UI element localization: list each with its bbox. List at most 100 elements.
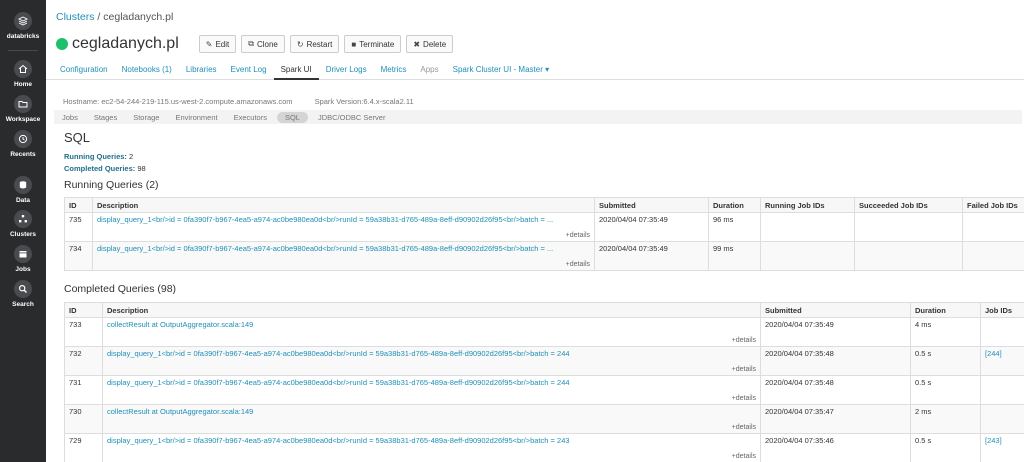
cell-id: 730 [64,404,103,434]
refresh-icon: ↻ [296,39,304,49]
query-description-link[interactable]: collectResult at OutputAggregator.scala:… [107,407,756,416]
details-toggle[interactable]: +details [566,232,590,239]
sidebar-item-label: Recents [10,151,36,158]
spark-nav-executors[interactable]: Executors [226,113,275,122]
table-row: 730 collectResult at OutputAggregator.sc… [64,404,1024,434]
cluster-icon [14,210,32,228]
tab-libraries[interactable]: Libraries [179,60,224,80]
column-header-job-ids[interactable]: Job IDs [980,302,1024,318]
completed-summary-label[interactable]: Completed Queries: [64,164,135,173]
details-toggle[interactable]: +details [732,453,756,460]
column-header-running-job-ids[interactable]: Running Job IDs [760,197,855,213]
sidebar-item-label: Search [12,301,34,308]
cell-id: 733 [64,317,103,347]
tab-configuration[interactable]: Configuration [46,60,115,80]
column-header-duration[interactable]: Duration [708,197,761,213]
cell-id: 732 [64,346,103,376]
stop-icon: ■ [351,39,357,49]
tab-spark-ui[interactable]: Spark UI [273,60,319,80]
hostname-text: Hostname: ec2-54-244-219-115.us-west-2.c… [63,97,293,106]
cell-succeeded-job-ids [854,212,963,242]
query-description-link[interactable]: display_query_1<br/>id = 0fa390f7-b967-4… [97,244,590,253]
completed-queries-table: ID Description Submitted Duration Job ID… [64,302,1024,462]
cell-running-job-ids [760,212,855,242]
sidebar-divider [8,50,38,51]
spark-nav-stages[interactable]: Stages [86,113,125,122]
cluster-header: cegladanych.pl ✎ Edit ⧉ Clone ↻ Restart ■ Te… [56,35,458,53]
table-row: 729 display_query_1<br/>id = 0fa390f7-b9… [64,433,1024,462]
sidebar-item-jobs[interactable]: Jobs [0,245,46,273]
table-row: 731 display_query_1<br/>id = 0fa390f7-b9… [64,375,1024,405]
query-description-link[interactable]: collectResult at OutputAggregator.scala:… [107,320,756,329]
column-header-submitted[interactable]: Submitted [760,302,911,318]
sidebar-item-recents[interactable]: Recents [0,130,46,158]
breadcrumb-separator: / [94,11,104,23]
running-summary: Running Queries: 2 [64,152,133,161]
job-id-link[interactable]: [243] [985,436,1002,445]
cell-duration: 2 ms [910,404,981,434]
tab-spark-cluster-master-label: Spark Cluster UI - Master [452,65,543,74]
spark-nav-environment[interactable]: Environment [167,113,225,122]
query-description-link[interactable]: display_query_1<br/>id = 0fa390f7-b967-4… [107,378,756,387]
database-icon [14,176,32,194]
tab-event-log[interactable]: Event Log [224,60,274,80]
cell-submitted: 2020/04/04 07:35:49 [760,317,911,347]
column-header-succeeded-job-ids[interactable]: Succeeded Job IDs [854,197,963,213]
cell-description: display_query_1<br/>id = 0fa390f7-b967-4… [102,346,761,376]
completed-queries-title: Completed Queries (98) [64,283,177,295]
column-header-description[interactable]: Description [92,197,595,213]
delete-button[interactable]: ✖ Delete [406,35,454,53]
column-header-duration[interactable]: Duration [910,302,981,318]
column-header-submitted[interactable]: Submitted [594,197,709,213]
column-header-id[interactable]: ID [64,302,103,318]
job-id-link[interactable]: [244] [985,349,1002,358]
sidebar-item-home[interactable]: Home [0,60,46,88]
running-summary-label[interactable]: Running Queries: [64,152,127,161]
column-header-failed-job-ids[interactable]: Failed Job IDs [962,197,1024,213]
tab-notebooks[interactable]: Notebooks (1) [115,60,179,80]
sidebar-item-databricks[interactable]: databricks [0,12,46,40]
completed-summary: Completed Queries: 98 [64,164,146,173]
cell-submitted: 2020/04/04 07:35:49 [594,212,709,242]
column-header-id[interactable]: ID [64,197,93,213]
sidebar-item-clusters[interactable]: Clusters [0,210,46,238]
spark-nav-jdbc[interactable]: JDBC/ODBC Server [310,113,394,122]
breadcrumb-clusters-link[interactable]: Clusters [56,11,95,23]
sidebar-item-label: Home [13,81,33,88]
edit-button[interactable]: ✎ Edit [198,35,237,53]
clone-button[interactable]: ⧉ Clone [241,35,285,53]
spark-nav-storage[interactable]: Storage [125,113,167,122]
query-description-link[interactable]: display_query_1<br/>id = 0fa390f7-b967-4… [107,349,756,358]
details-toggle[interactable]: +details [732,395,756,402]
cell-description: display_query_1<br/>id = 0fa390f7-b967-4… [102,375,761,405]
details-toggle[interactable]: +details [732,366,756,373]
table-header-row: ID Description Submitted Duration Job ID… [64,302,1024,318]
tab-metrics[interactable]: Metrics [374,60,414,80]
running-queries-table: ID Description Submitted Duration Runnin… [64,197,1024,271]
spark-nav-sql[interactable]: SQL [276,111,308,123]
terminate-button[interactable]: ■ Terminate [344,35,402,53]
details-toggle[interactable]: +details [732,337,756,344]
restart-button[interactable]: ↻ Restart [289,35,340,53]
cell-job-ids: [243] [980,433,1024,462]
tab-spark-cluster-master[interactable]: Spark Cluster UI - Master ▾ [446,60,557,80]
breadcrumb-current: cegladanych.pl [103,11,174,23]
tab-driver-logs[interactable]: Driver Logs [319,60,374,80]
query-description-link[interactable]: display_query_1<br/>id = 0fa390f7-b967-4… [107,436,756,445]
cell-description: display_query_1<br/>id = 0fa390f7-b967-4… [102,433,761,462]
cell-duration: 0.5 s [910,433,981,462]
sidebar-item-label: Clusters [9,231,36,238]
cell-description: collectResult at OutputAggregator.scala:… [102,317,761,347]
sidebar-item-search[interactable]: Search [0,280,46,308]
details-toggle[interactable]: +details [732,424,756,431]
spark-nav-jobs[interactable]: Jobs [54,113,86,122]
sidebar-item-label: Data [15,197,31,204]
details-toggle[interactable]: +details [566,261,590,268]
column-header-description[interactable]: Description [102,302,761,318]
sidebar-item-data[interactable]: Data [0,176,46,204]
edit-icon: ✎ [205,39,213,49]
left-sidebar: databricks Home Workspace Recents Data C… [0,0,46,462]
sidebar-item-workspace[interactable]: Workspace [0,95,46,123]
cell-failed-job-ids [962,212,1024,242]
query-description-link[interactable]: display_query_1<br/>id = 0fa390f7-b967-4… [97,215,590,224]
